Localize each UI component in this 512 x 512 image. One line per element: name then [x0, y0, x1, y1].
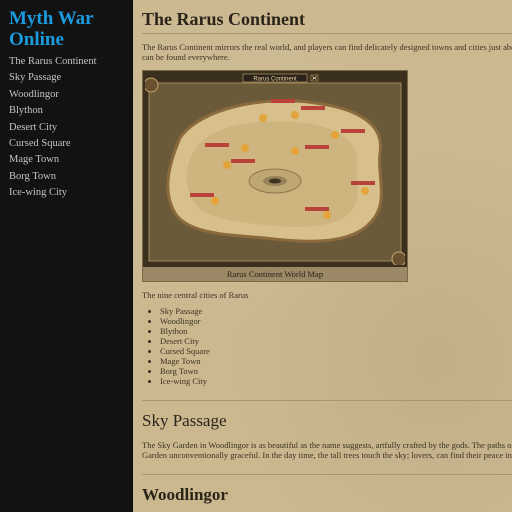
map-title: Rarus Continent [253, 76, 297, 82]
section-heading-sky-passage: Sky Passage [142, 400, 512, 432]
nav-item-rarus-continent[interactable]: The Rarus Continent [9, 54, 132, 70]
list-item: Sky Passage [160, 306, 512, 316]
sidebar-nav: The Rarus Continent Sky Passage Woodling… [9, 54, 132, 202]
map-caption: Rarus Continent World Map [226, 269, 324, 279]
nav-item-cursed-square[interactable]: Cursed Square [9, 136, 132, 152]
nav-item-mage-town[interactable]: Mage Town [9, 152, 132, 168]
world-map-illustration: Rarus Continent [145, 73, 405, 265]
list-item: Woodlingor [160, 316, 512, 326]
main-content: The Rarus Continent The Rarus Continent … [133, 0, 512, 512]
section-heading-woodlingor: Woodlingor [142, 474, 512, 506]
list-item: Ice-wing City [160, 376, 512, 386]
nav-item-woodlingor[interactable]: Woodlingor [9, 87, 132, 103]
sidebar: Myth War Online The Rarus Continent Sky … [0, 0, 132, 512]
nav-item-blython[interactable]: Blython [9, 103, 132, 119]
nav-item-ice-wing-city[interactable]: Ice-wing City [9, 185, 132, 201]
page-heading: The Rarus Continent [142, 0, 512, 34]
intro-paragraph: The Rarus Continent mirrors the real wor… [142, 42, 512, 62]
list-item: Cursed Square [160, 346, 512, 356]
list-item: Blython [160, 326, 512, 336]
site-title[interactable]: Myth War Online [9, 8, 132, 50]
cities-intro: The nine central cities of Rarus [142, 290, 249, 300]
list-item: Borg Town [160, 366, 512, 376]
nav-item-sky-passage[interactable]: Sky Passage [9, 70, 132, 86]
cities-list: Sky Passage Woodlingor Blython Desert Ci… [142, 306, 512, 386]
sky-passage-paragraph: The Sky Garden in Woodlingor is as beaut… [142, 440, 512, 460]
world-map-figure: Rarus Continent Rarus Continent World Ma… [142, 70, 408, 282]
world-map-image[interactable]: Rarus Continent [143, 71, 407, 267]
nav-item-borg-town[interactable]: Borg Town [9, 169, 132, 185]
list-item: Mage Town [160, 356, 512, 366]
list-item: Desert City [160, 336, 512, 346]
nav-item-desert-city[interactable]: Desert City [9, 120, 132, 136]
